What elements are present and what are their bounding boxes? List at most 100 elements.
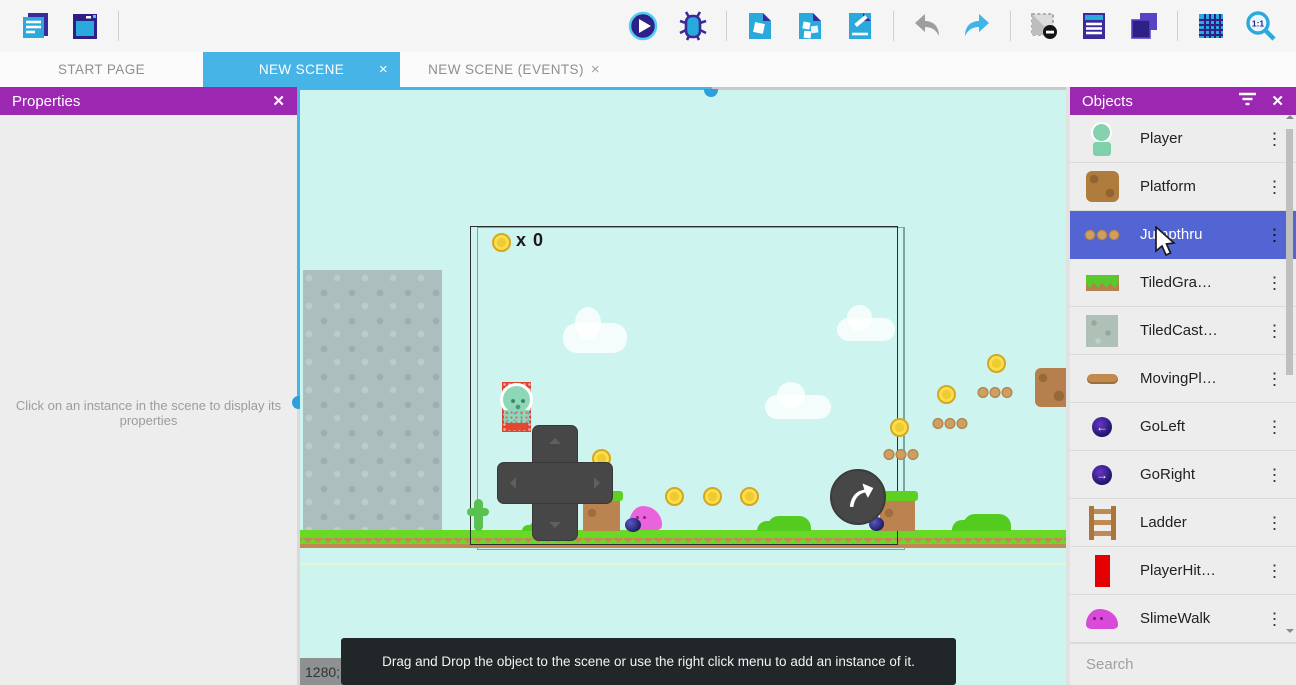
- object-thumbnail-icon: ←: [1092, 417, 1112, 437]
- object-menu-icon[interactable]: ⋮: [1266, 274, 1283, 291]
- dirt-block-instance[interactable]: [880, 499, 915, 531]
- close-properties-icon[interactable]: ✕: [272, 92, 285, 110]
- object-name-label: MovingPl…: [1140, 370, 1217, 387]
- edit-document-icon: [844, 10, 876, 42]
- delete-instances-button[interactable]: [1028, 10, 1060, 42]
- object-menu-icon[interactable]: ⋮: [1266, 610, 1283, 627]
- object-menu-icon[interactable]: ⋮: [1266, 466, 1283, 483]
- preview-play-button[interactable]: [627, 10, 659, 42]
- scrollbar-thumb[interactable]: [1286, 129, 1293, 375]
- coin-instance[interactable]: [987, 354, 1006, 373]
- coin-instance[interactable]: [740, 487, 759, 506]
- jump-button-instance[interactable]: [830, 469, 886, 525]
- object-menu-icon[interactable]: ⋮: [1266, 370, 1283, 387]
- filter-icon[interactable]: [1238, 92, 1257, 110]
- search-input[interactable]: [1084, 655, 1287, 674]
- object-menu-icon[interactable]: ⋮: [1266, 322, 1283, 339]
- bush-instance[interactable]: [963, 514, 1011, 531]
- grid-button[interactable]: [1195, 10, 1227, 42]
- bush-instance[interactable]: [767, 516, 811, 531]
- properties-panel: Properties ✕ Click on an instance in the…: [0, 87, 297, 685]
- coin-counter-label: x 0: [516, 230, 544, 251]
- dpad-up-arrow-icon: [549, 438, 561, 444]
- platform-instance[interactable]: [1035, 368, 1066, 407]
- object-list-item[interactable]: Player ⋮: [1070, 115, 1296, 163]
- object-name-label: Platform: [1140, 178, 1196, 195]
- panel-resize-divider-top[interactable]: [300, 87, 1066, 90]
- object-menu-icon[interactable]: ⋮: [1266, 226, 1283, 243]
- grid-icon: [1195, 10, 1227, 42]
- project-manager-button[interactable]: [19, 10, 51, 42]
- close-tab-icon[interactable]: ×: [379, 61, 388, 78]
- cactus-instance[interactable]: [467, 499, 489, 531]
- object-name-label: SlimeWalk: [1140, 610, 1210, 627]
- coin-instance[interactable]: [890, 418, 909, 437]
- object-list-item[interactable]: PlayerHit… ⋮: [1070, 547, 1296, 595]
- instances-list-button[interactable]: [1078, 10, 1110, 42]
- gdevelop-app: 1:1 START PAGE NEW SCENE× NEW SCENE (EVE…: [0, 0, 1296, 685]
- object-thumbnail-icon: [1084, 229, 1120, 241]
- jump-arrow-icon: [840, 479, 876, 515]
- redo-icon: [961, 10, 993, 42]
- svg-text:1:1: 1:1: [1252, 19, 1265, 29]
- toolbar-separator: [893, 11, 894, 41]
- ball-instance[interactable]: [625, 518, 641, 532]
- coin-instance[interactable]: [665, 487, 684, 506]
- objects-header: Objects ✕: [1070, 87, 1296, 115]
- object-menu-icon[interactable]: ⋮: [1266, 418, 1283, 435]
- object-list-item[interactable]: Jumpthru ⋮: [1070, 211, 1296, 259]
- redo-button[interactable]: [961, 10, 993, 42]
- object-thumbnail-icon: [1086, 609, 1118, 629]
- zoom-original-button[interactable]: 1:1: [1245, 10, 1277, 42]
- object-list-item[interactable]: MovingPl… ⋮: [1070, 355, 1296, 403]
- object-list-item[interactable]: Platform ⋮: [1070, 163, 1296, 211]
- add-object-document-icon: [744, 10, 776, 42]
- resize-handle-dot[interactable]: [704, 89, 718, 97]
- tab-new-scene[interactable]: NEW SCENE×: [203, 52, 400, 87]
- start-page-button[interactable]: [69, 10, 101, 42]
- close-tab-icon[interactable]: ×: [591, 61, 600, 78]
- debug-button[interactable]: [677, 10, 709, 42]
- objects-document-icon: [794, 10, 826, 42]
- edit-document-button[interactable]: [844, 10, 876, 42]
- object-list-item[interactable]: Ladder ⋮: [1070, 499, 1296, 547]
- object-thumbnail-icon: [1089, 506, 1116, 540]
- scrollbar-up-icon[interactable]: [1286, 115, 1294, 119]
- jumpthru-instance[interactable]: [977, 386, 1013, 399]
- coin-instance[interactable]: [703, 487, 722, 506]
- object-menu-icon[interactable]: ⋮: [1266, 130, 1283, 147]
- scrollbar-down-icon[interactable]: [1286, 629, 1294, 633]
- object-thumbnail-icon: [1090, 122, 1114, 156]
- object-menu-icon[interactable]: ⋮: [1266, 562, 1283, 579]
- close-objects-icon[interactable]: ✕: [1271, 92, 1284, 110]
- object-menu-icon[interactable]: ⋮: [1266, 178, 1283, 195]
- coin-counter-icon[interactable]: [492, 233, 511, 252]
- tab-start-page[interactable]: START PAGE: [0, 52, 203, 87]
- layers-button[interactable]: [1128, 10, 1160, 42]
- start-page-icon: [69, 10, 101, 42]
- objects-scrollbar[interactable]: [1286, 117, 1294, 633]
- object-thumbnail-icon: →: [1092, 465, 1112, 485]
- tab-new-scene-events[interactable]: NEW SCENE (EVENTS) ×: [400, 52, 612, 87]
- dpad-control-instance[interactable]: [498, 426, 612, 540]
- object-list-item[interactable]: SlimeWalk ⋮: [1070, 595, 1296, 643]
- coin-instance[interactable]: [937, 385, 956, 404]
- undo-button[interactable]: [911, 10, 943, 42]
- object-menu-icon[interactable]: ⋮: [1266, 514, 1283, 531]
- delete-instances-icon: [1028, 10, 1060, 42]
- castle-tower-instance[interactable]: [303, 270, 442, 530]
- add-object-document-button[interactable]: [744, 10, 776, 42]
- scene-editor-canvas[interactable]: x 0: [300, 87, 1066, 685]
- tab-label: NEW SCENE (EVENTS): [428, 62, 584, 77]
- player-instance[interactable]: [502, 382, 531, 432]
- dpad-left-arrow-icon: [510, 477, 516, 489]
- objects-document-button[interactable]: [794, 10, 826, 42]
- object-name-label: Ladder: [1140, 514, 1187, 531]
- object-list-item[interactable]: ← GoLeft ⋮: [1070, 403, 1296, 451]
- jumpthru-instance[interactable]: [932, 417, 968, 430]
- zoom-original-icon: 1:1: [1245, 10, 1277, 42]
- jumpthru-instance[interactable]: [883, 448, 919, 461]
- object-list-item[interactable]: TiledGra… ⋮: [1070, 259, 1296, 307]
- object-list-item[interactable]: TiledCast… ⋮: [1070, 307, 1296, 355]
- object-list-item[interactable]: → GoRight ⋮: [1070, 451, 1296, 499]
